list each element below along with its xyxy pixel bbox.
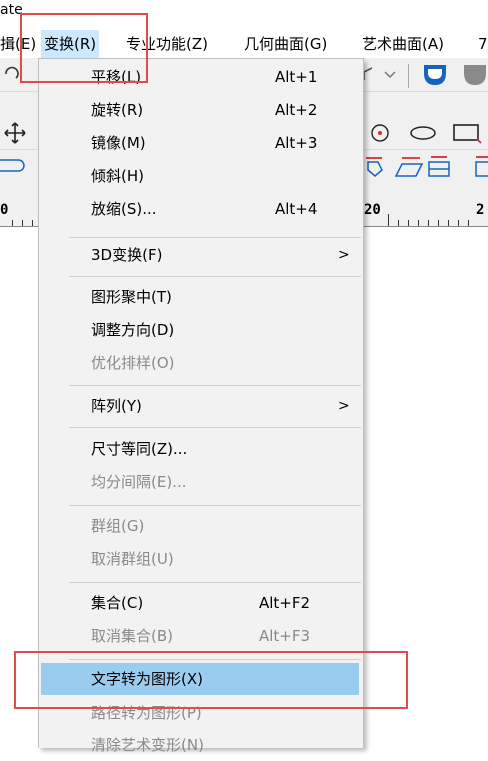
menu-item-label: 倾斜(H) [91,167,144,185]
chevron-down-icon[interactable] [384,70,396,80]
transform-dropdown-menu: 平移(L) Alt+1 旋转(R) Alt+2 镜像(M) Alt+3 倾斜(H… [38,58,364,754]
ruler-tick [12,220,13,226]
menu-item-equal-size[interactable]: 尺寸等同(Z)... [41,433,359,465]
ruler-tick [388,214,389,226]
menu-item-scale[interactable]: 放缩(S)... Alt+4 [41,193,359,225]
menu-item-shortcut: Alt+2 [275,101,318,119]
menu-separator [69,276,361,277]
menu-item-label: 3D变换(F) [91,246,163,264]
menu-item-skew[interactable]: 倾斜(H) [41,160,359,192]
menu-item-shortcut: Alt+3 [275,134,318,152]
menu-item-mirror[interactable]: 镜像(M) Alt+3 [41,127,359,159]
menu-item-label: 优化排样(O) [91,354,175,372]
menu-item-shortcut: Alt+F2 [259,594,311,612]
ruler-tick [32,220,33,226]
menu-item-shortcut: Alt+1 [275,68,318,86]
menu-item-label: 群组(G) [91,517,145,535]
menu-item-label: 均分间隔(E)... [91,473,187,491]
menu-item-label: 图形聚中(T) [91,288,172,306]
menu-item-distribute-spacing: 均分间隔(E)... [41,466,359,498]
menu-item-label: 阵列(Y) [91,397,142,415]
ruler-tick [418,220,419,226]
pentagon-tool-icon[interactable] [364,154,386,178]
ellipse-tool-icon[interactable] [408,125,438,141]
ruler-tick [408,220,409,226]
menu-separator [69,505,361,506]
menu-overflow[interactable]: 7 [478,30,488,58]
ruler-label-partial: 2 [476,202,485,218]
ruler-tick [428,220,429,226]
menu-geometric-surface[interactable]: 几何曲面(G) [244,30,327,58]
menu-item-adjust-direction[interactable]: 调整方向(D) [41,314,359,346]
fill-shield-icon[interactable] [422,63,448,87]
undo-icon[interactable] [2,66,20,84]
menu-item-label: 旋转(R) [91,101,144,119]
submenu-arrow-icon: > [338,398,350,414]
menu-item-center-shape[interactable]: 图形聚中(T) [41,281,359,313]
menu-item-uncombine: 取消集合(B) Alt+F3 [41,620,359,652]
ruler-tick [398,220,399,226]
menu-item-group: 群组(G) [41,510,359,542]
ruler-tick [22,220,23,226]
menu-item-label: 集合(C) [91,594,144,612]
ruler-tick [438,220,439,226]
circle-tool-icon[interactable] [370,123,390,143]
menu-item-3d-transform[interactable]: 3D变换(F) > [41,239,359,271]
menu-item-label: 调整方向(D) [91,321,175,339]
menu-art-surface[interactable]: 艺术曲面(A) [362,30,444,58]
menu-item-label: 放缩(S)... [91,200,157,218]
submenu-arrow-icon: > [338,247,350,263]
rect-split-tool-icon[interactable] [426,154,452,178]
rectangle-tool-icon[interactable] [452,122,482,144]
menu-item-shortcut: Alt+F3 [259,627,311,645]
shield-outline-icon[interactable] [462,63,488,87]
menu-item-array[interactable]: 阵列(Y) > [41,390,359,422]
annotation-box-text-to-shape [14,651,408,709]
shape-icon[interactable] [362,66,380,84]
ruler-tick [458,220,459,226]
menu-item-optimize-nesting: 优化排样(O) [41,347,359,379]
rect-variant-tool-icon[interactable] [462,154,488,178]
ruler-label-20: 20 [364,202,381,218]
parallelogram-tool-icon[interactable] [394,154,424,178]
annotation-box-transform-menu [20,13,148,83]
menu-item-label: 镜像(M) [91,134,146,152]
move-icon[interactable] [4,122,26,144]
ruler-tick [468,220,469,226]
menu-item-combine[interactable]: 集合(C) Alt+F2 [41,587,359,619]
menu-separator [69,427,361,428]
menu-item-shortcut: Alt+4 [275,200,318,218]
menu-item-rotate[interactable]: 旋转(R) Alt+2 [41,94,359,126]
menu-item-label: 取消集合(B) [91,627,173,645]
menu-item-clear-art-deform: 清除艺术变形(N) [41,729,359,761]
menu-separator [69,385,361,386]
ruler-tick [448,220,449,226]
menu-item-label: 尺寸等同(Z)... [91,440,188,458]
menu-item-ungroup: 取消群组(U) [41,543,359,575]
toolbar-divider [408,64,409,88]
menu-item-label: 清除艺术变形(N) [91,736,204,754]
menu-separator [69,582,361,583]
ruler-label-0: 0 [0,202,9,218]
menu-separator [69,237,361,238]
capsule-tool-icon[interactable] [0,158,28,174]
menu-item-label: 取消群组(U) [91,550,174,568]
